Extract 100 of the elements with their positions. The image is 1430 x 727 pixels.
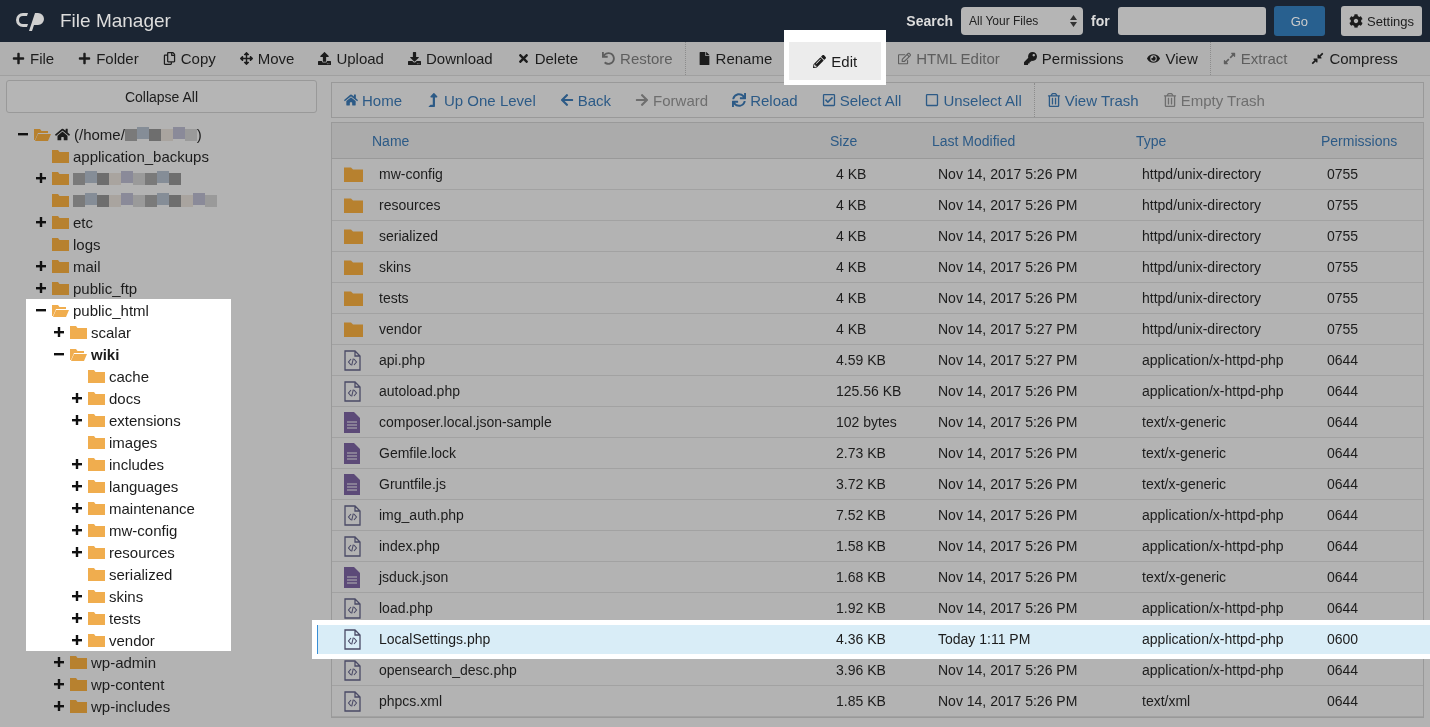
table-cell-text: Today 1:11 PM <box>937 631 1032 647</box>
table-cell-text: 0644 <box>1326 445 1360 461</box>
updown-caret-icon <box>1070 15 1077 27</box>
plus-icon <box>36 217 46 227</box>
table-cell-text: Nov 14, 2017 5:26 PM <box>937 197 1079 213</box>
folder-icon <box>52 171 69 185</box>
toolbar-button[interactable]: Delete <box>504 42 591 75</box>
plus-icon <box>72 547 82 557</box>
plus-icon <box>72 591 82 601</box>
nav-button[interactable]: Up One Level <box>414 83 548 117</box>
folder-icon <box>88 435 105 449</box>
tree-label: ) <box>196 125 202 143</box>
folder-name[interactable]: public_ftp <box>73 279 138 297</box>
folder-icon <box>344 290 363 306</box>
table-cell-text: 3.72 KB <box>835 476 887 492</box>
upload-icon <box>318 52 332 65</box>
open-folder-icon <box>34 127 51 141</box>
folder-name[interactable]: images <box>109 433 158 451</box>
table-cell-text: 0755 <box>1326 228 1360 244</box>
plus-icon <box>72 525 82 535</box>
table-cell-text: 4 KB <box>835 290 868 306</box>
go-button[interactable]: Go <box>1273 6 1325 36</box>
table-cell-text: autoload.php <box>378 383 461 399</box>
table-cell-text: 0644 <box>1326 693 1360 709</box>
folder-name[interactable]: tests <box>109 609 141 627</box>
folder-name[interactable]: logs <box>73 235 101 253</box>
folder-icon <box>344 166 363 182</box>
table-cell-text: Nov 14, 2017 5:26 PM <box>937 445 1079 461</box>
folder-name[interactable]: wp-includes <box>91 697 171 715</box>
folder-name[interactable]: skins <box>109 587 144 605</box>
plus-icon <box>36 283 46 293</box>
folder-name[interactable]: wp-admin <box>91 653 157 671</box>
table-cell-text: img_auth.php <box>378 507 465 523</box>
table-cell-text: 4 KB <box>835 228 868 244</box>
folder-name[interactable]: wp-content <box>91 675 165 693</box>
table-cell-text: skins <box>378 259 412 275</box>
folder-icon <box>344 228 363 244</box>
table-cell-text: text/x-generic <box>1141 414 1228 430</box>
toolbar-button[interactable]: Upload <box>306 42 396 75</box>
folder-name[interactable]: docs <box>109 389 141 407</box>
undo-icon <box>602 52 616 65</box>
table-cell-text: index.php <box>378 538 441 554</box>
folder-name[interactable]: scalar <box>91 323 131 341</box>
folder-name[interactable]: cache <box>109 367 150 385</box>
folder-icon <box>52 215 69 229</box>
folder-name[interactable]: vendor <box>109 631 155 649</box>
table-cell-text: Nov 14, 2017 5:26 PM <box>937 228 1079 244</box>
nav-button[interactable]: View Trash <box>1034 83 1151 117</box>
table-cell-text: 2.73 KB <box>835 445 887 461</box>
table-cell-text: Nov 14, 2017 5:26 PM <box>937 383 1079 399</box>
table-cell-text: tests <box>378 290 410 306</box>
table-cell-text: phpcs.xml <box>378 693 444 709</box>
collapse-all-button[interactable]: Collapse All <box>6 80 317 113</box>
move-arrows-icon <box>239 52 253 65</box>
for-label: for <box>1091 13 1110 29</box>
table-cell-text: 0644 <box>1326 383 1360 399</box>
table-cell-text: 7.52 KB <box>835 507 887 523</box>
toolbar-button[interactable]: Edit <box>784 30 887 85</box>
nav-button[interactable]: Reload <box>720 83 810 117</box>
table-cell-text: 4 KB <box>835 259 868 275</box>
table-cell-text: 0644 <box>1326 352 1360 368</box>
table-cell-text: 0644 <box>1326 538 1360 554</box>
nav-button[interactable]: Unselect All <box>913 83 1034 117</box>
folder-name[interactable]: application_backups <box>73 147 209 165</box>
scope-select[interactable]: All Your Files <box>961 7 1083 35</box>
table-cell-text: 0755 <box>1326 197 1360 213</box>
plus-icon <box>72 459 82 469</box>
table-cell-text: application/x-httpd-php <box>1141 631 1285 647</box>
toolbar-button[interactable]: Copy <box>150 42 228 75</box>
nav-button[interactable]: Back <box>547 83 624 117</box>
folder-icon <box>52 237 69 251</box>
toolbar-button[interactable]: View <box>1135 42 1210 75</box>
table-cell-text: LocalSettings.php <box>378 631 492 647</box>
table-cell-text: httpd/unix-directory <box>1141 259 1263 275</box>
folder-icon <box>88 611 105 625</box>
table-cell-text: 0644 <box>1326 600 1360 616</box>
toolbar-button[interactable]: Permissions <box>1011 42 1136 75</box>
settings-button[interactable]: Settings <box>1341 6 1422 36</box>
table-cell-text: Nov 14, 2017 5:26 PM <box>937 538 1079 554</box>
toolbar-button[interactable]: Compress <box>1299 42 1410 75</box>
close-icon <box>516 52 530 65</box>
table-cell-text: application/x-httpd-php <box>1141 507 1285 523</box>
nav-button[interactable]: Select All <box>809 83 914 117</box>
toolbar-button[interactable]: File <box>0 42 67 75</box>
toolbar-button[interactable]: Download <box>395 42 505 75</box>
table-cell-text: mw-config <box>378 166 444 182</box>
table-cell-text: Nov 14, 2017 5:27 PM <box>937 352 1079 368</box>
folder-name[interactable]: wiki <box>91 345 120 363</box>
search-field[interactable] <box>1117 7 1266 35</box>
table-cell-text: Nov 14, 2017 5:26 PM <box>937 569 1079 585</box>
toolbar-button[interactable]: Move <box>227 42 307 75</box>
folder-name[interactable]: mail <box>73 257 101 275</box>
folder-icon <box>52 259 69 273</box>
toolbar-button[interactable]: Folder <box>66 42 151 75</box>
level-up-icon <box>426 93 440 107</box>
table-cell-text: Nov 14, 2017 5:26 PM <box>937 662 1079 678</box>
folder-name[interactable]: etc <box>73 213 93 231</box>
plus-icon <box>72 613 82 623</box>
table-cell-text: 1.92 KB <box>835 600 887 616</box>
toolbar-button[interactable]: Rename <box>685 42 785 75</box>
